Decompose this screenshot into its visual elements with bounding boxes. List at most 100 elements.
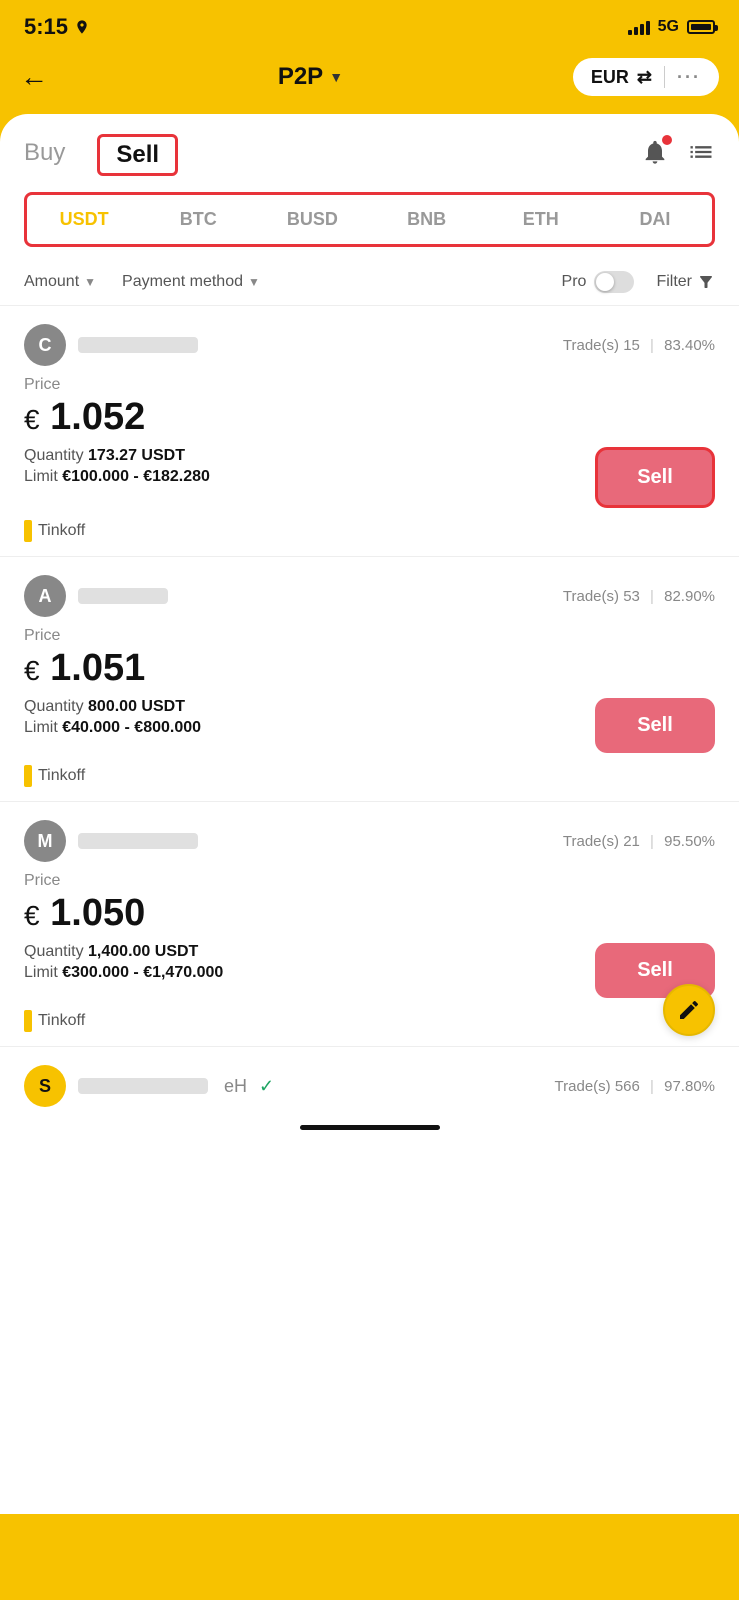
listing-1-username bbox=[78, 337, 198, 353]
listing-2-trades-label: Trade(s) bbox=[563, 588, 623, 605]
listing-partial-trades-count: 566 bbox=[615, 1078, 640, 1095]
listing-2-stats: Trade(s) 53 | 82.90% bbox=[563, 588, 715, 605]
listing-2-limit-value: €40.000 - €800.000 bbox=[62, 719, 201, 736]
network-label: 5G bbox=[658, 18, 679, 36]
listing-1-price: € 1.052 bbox=[24, 396, 715, 439]
listing-1-header: C Trade(s) 15 | 83.40% bbox=[24, 324, 715, 366]
main-card: Buy Sell USDT BTC BUSD BNB ETH DAI bbox=[0, 114, 739, 1514]
crypto-busd[interactable]: BUSD bbox=[255, 205, 369, 234]
listing-3-payment: Tinkoff bbox=[24, 1010, 715, 1032]
tab-buy[interactable]: Buy bbox=[24, 139, 65, 171]
listing-3-qty: Quantity 1,400.00 USDT bbox=[24, 943, 595, 961]
listing-2-payment-dot bbox=[24, 765, 32, 787]
location-icon bbox=[74, 19, 90, 35]
header-title: P2P ▼ bbox=[278, 63, 343, 91]
listing-partial-user: S eH ✓ bbox=[24, 1065, 274, 1107]
listing-1-limit: Limit €100.000 - €182.280 bbox=[24, 468, 595, 486]
listing-1-trades-count: 15 bbox=[623, 337, 640, 354]
listing-2-payment-name: Tinkoff bbox=[38, 767, 85, 785]
crypto-usdt[interactable]: USDT bbox=[27, 205, 141, 234]
listing-3-limit-value: €300.000 - €1,470.000 bbox=[62, 964, 223, 981]
listing-3-details: Quantity 1,400.00 USDT Limit €300.000 - … bbox=[24, 943, 715, 998]
status-time: 5:15 bbox=[24, 14, 90, 40]
filter-button[interactable]: Filter bbox=[656, 273, 715, 291]
list-icon[interactable] bbox=[687, 138, 715, 173]
payment-method-filter[interactable]: Payment method ▼ bbox=[122, 273, 260, 291]
clock: 5:15 bbox=[24, 14, 68, 40]
listing-2-payment: Tinkoff bbox=[24, 765, 715, 787]
crypto-bnb[interactable]: BNB bbox=[370, 205, 484, 234]
pro-toggle-switch[interactable] bbox=[594, 271, 634, 293]
crypto-eth[interactable]: ETH bbox=[484, 205, 598, 234]
listing-partial-username bbox=[78, 1078, 208, 1094]
listing-2-limit: Limit €40.000 - €800.000 bbox=[24, 719, 595, 737]
toggle-thumb bbox=[596, 273, 614, 291]
listing-3-qty-value: 1,400.00 USDT bbox=[88, 943, 198, 960]
listing-1-percent: 83.40% bbox=[664, 337, 715, 354]
listing-1-payment: Tinkoff bbox=[24, 520, 715, 542]
more-options-icon[interactable]: ··· bbox=[677, 67, 701, 88]
listing-1-info: Quantity 173.27 USDT Limit €100.000 - €1… bbox=[24, 447, 595, 489]
listing-1-payment-dot bbox=[24, 520, 32, 542]
action-fab[interactable] bbox=[663, 984, 715, 1036]
listing-1-price-label: Price bbox=[24, 376, 715, 394]
listing-3-stats: Trade(s) 21 | 95.50% bbox=[563, 833, 715, 850]
listing-3-avatar: M bbox=[24, 820, 66, 862]
listing-1-stats: Trade(s) 15 | 83.40% bbox=[563, 337, 715, 354]
amount-filter[interactable]: Amount ▼ bbox=[24, 273, 96, 291]
p2p-dropdown-arrow[interactable]: ▼ bbox=[329, 69, 343, 85]
listing-partial-avatar: S bbox=[24, 1065, 66, 1107]
tabs-left: Buy Sell bbox=[24, 134, 178, 176]
listing-3-limit: Limit €300.000 - €1,470.000 bbox=[24, 964, 595, 982]
listing-2-trades-count: 53 bbox=[623, 588, 640, 605]
listing-1-price-value: 1.052 bbox=[50, 396, 145, 438]
listing-2-currency: € bbox=[24, 655, 40, 686]
filter-icon bbox=[697, 273, 715, 291]
listing-1-payment-name: Tinkoff bbox=[38, 522, 85, 540]
listing-2-sell-button[interactable]: Sell bbox=[595, 698, 715, 753]
currency-selector[interactable]: EUR ⇄ ··· bbox=[573, 58, 719, 96]
pro-label: Pro bbox=[562, 273, 587, 291]
notification-icon[interactable] bbox=[641, 138, 669, 173]
listing-1-avatar: C bbox=[24, 324, 66, 366]
listing-3-price-label: Price bbox=[24, 872, 715, 890]
listing-3-price: € 1.050 bbox=[24, 892, 715, 935]
listing-1-qty-value: 173.27 USDT bbox=[88, 447, 185, 464]
listing-2: A Trade(s) 53 | 82.90% Price € 1.051 Qua… bbox=[0, 557, 739, 802]
payment-dropdown-arrow: ▼ bbox=[248, 275, 260, 289]
listing-3-trades-label: Trade(s) bbox=[563, 833, 623, 850]
header: ← P2P ▼ EUR ⇄ ··· bbox=[0, 48, 739, 114]
listing-2-qty: Quantity 800.00 USDT bbox=[24, 698, 595, 716]
tab-sell[interactable]: Sell bbox=[97, 134, 178, 176]
listing-2-user: A bbox=[24, 575, 168, 617]
status-icons: 5G bbox=[628, 18, 715, 36]
listing-1-currency: € bbox=[24, 404, 40, 435]
verified-icon: ✓ bbox=[259, 1076, 274, 1097]
listing-1-limit-value: €100.000 - €182.280 bbox=[62, 468, 210, 485]
crypto-dai[interactable]: DAI bbox=[598, 205, 712, 234]
listing-3: M Trade(s) 21 | 95.50% Price € 1.050 Qua… bbox=[0, 802, 739, 1047]
notification-badge bbox=[662, 135, 672, 145]
listing-3-trades-count: 21 bbox=[623, 833, 640, 850]
listing-3-user: M bbox=[24, 820, 198, 862]
crypto-btc[interactable]: BTC bbox=[141, 205, 255, 234]
back-button[interactable]: ← bbox=[20, 61, 48, 93]
listing-3-right: Sell bbox=[595, 943, 715, 998]
listing-1: C Trade(s) 15 | 83.40% Price € 1.052 Qua… bbox=[0, 306, 739, 557]
signal-bars bbox=[628, 19, 650, 35]
listing-1-trades-label: Trade(s) bbox=[563, 337, 623, 354]
home-bar bbox=[300, 1125, 440, 1130]
listing-1-sell-button[interactable]: Sell bbox=[595, 447, 715, 508]
currency-swap-icon: ⇄ bbox=[637, 67, 652, 88]
listing-partial-suffix: eH bbox=[224, 1076, 247, 1097]
listing-3-info: Quantity 1,400.00 USDT Limit €300.000 - … bbox=[24, 943, 595, 985]
payment-method-label: Payment method bbox=[122, 273, 243, 291]
listing-2-info: Quantity 800.00 USDT Limit €40.000 - €80… bbox=[24, 698, 595, 740]
listing-2-username bbox=[78, 588, 168, 604]
filter-label: Filter bbox=[656, 273, 692, 291]
battery-icon bbox=[687, 20, 715, 34]
listing-3-payment-name: Tinkoff bbox=[38, 1012, 85, 1030]
listing-2-percent: 82.90% bbox=[664, 588, 715, 605]
pro-toggle: Pro bbox=[562, 271, 635, 293]
page-title: P2P bbox=[278, 63, 323, 91]
